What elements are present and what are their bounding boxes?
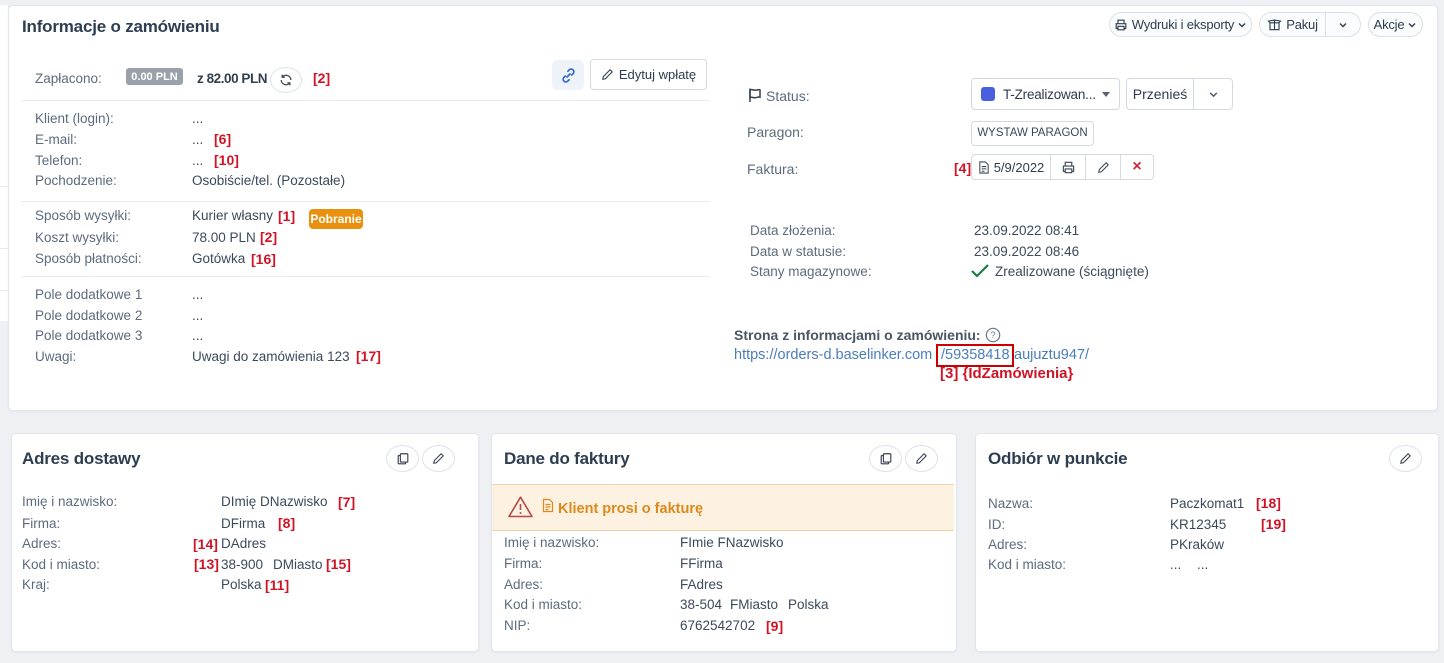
svg-text:?: ? [990, 330, 995, 340]
